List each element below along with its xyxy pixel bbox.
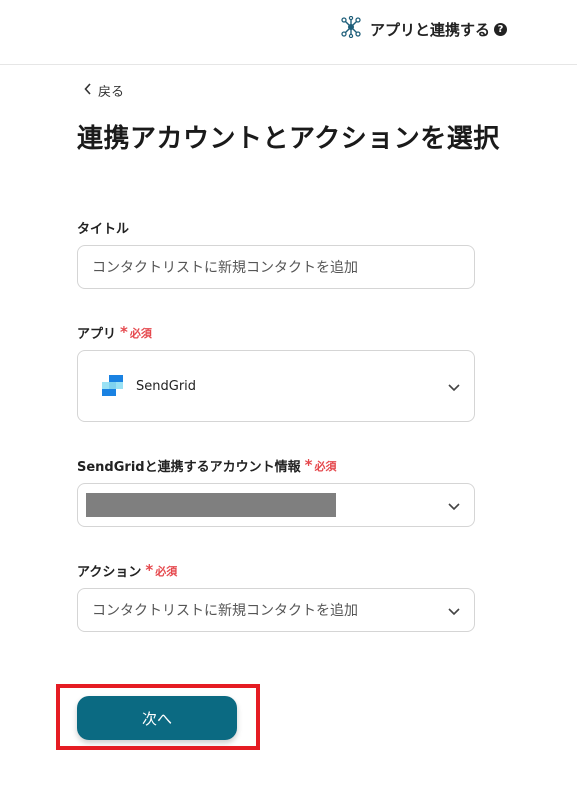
title-field-label: タイトル	[77, 218, 129, 237]
chevron-down-icon	[448, 377, 460, 396]
network-nodes-icon	[340, 15, 362, 42]
action-field-label: アクション * 必須	[77, 561, 178, 581]
title-input-value: コンタクトリストに新規コンタクトを追加	[92, 260, 358, 276]
action-select-value: コンタクトリストに新規コンタクトを追加	[92, 603, 358, 619]
account-field-label: SendGridと連携するアカウント情報 * 必須	[77, 456, 337, 476]
required-badge: * 必須	[120, 323, 152, 341]
action-select[interactable]: コンタクトリストに新規コンタクトを追加	[77, 588, 475, 632]
app-field-label: アプリ * 必須	[77, 323, 152, 343]
back-link[interactable]: 戻る	[84, 81, 124, 100]
chevron-down-icon	[448, 496, 460, 515]
next-button[interactable]: 次へ	[77, 696, 237, 740]
page-title: 連携アカウントとアクションを選択	[77, 124, 500, 154]
top-bar: アプリと連携する ?	[0, 0, 577, 65]
redacted-account-value	[86, 493, 336, 517]
account-select[interactable]	[77, 483, 475, 527]
question-circle-icon[interactable]: ?	[494, 22, 508, 36]
required-badge: * 必須	[145, 561, 178, 579]
account-label-text: SendGridと連携するアカウント情報	[77, 460, 301, 475]
app-select[interactable]: SendGrid	[77, 350, 475, 422]
app-select-value: SendGrid	[136, 378, 197, 394]
chevron-down-icon	[448, 601, 460, 620]
connect-app-label: アプリと連携する	[370, 20, 491, 39]
app-label-text: アプリ	[77, 327, 117, 342]
chevron-left-icon	[84, 82, 92, 99]
sendgrid-logo	[102, 375, 124, 397]
title-input[interactable]: コンタクトリストに新規コンタクトを追加	[77, 245, 475, 289]
title-label-text: タイトル	[77, 222, 130, 237]
connect-app-link[interactable]: アプリと連携する ?	[340, 15, 508, 42]
required-badge: * 必須	[304, 456, 337, 474]
action-label-text: アクション	[77, 565, 142, 580]
back-label: 戻る	[98, 85, 125, 100]
